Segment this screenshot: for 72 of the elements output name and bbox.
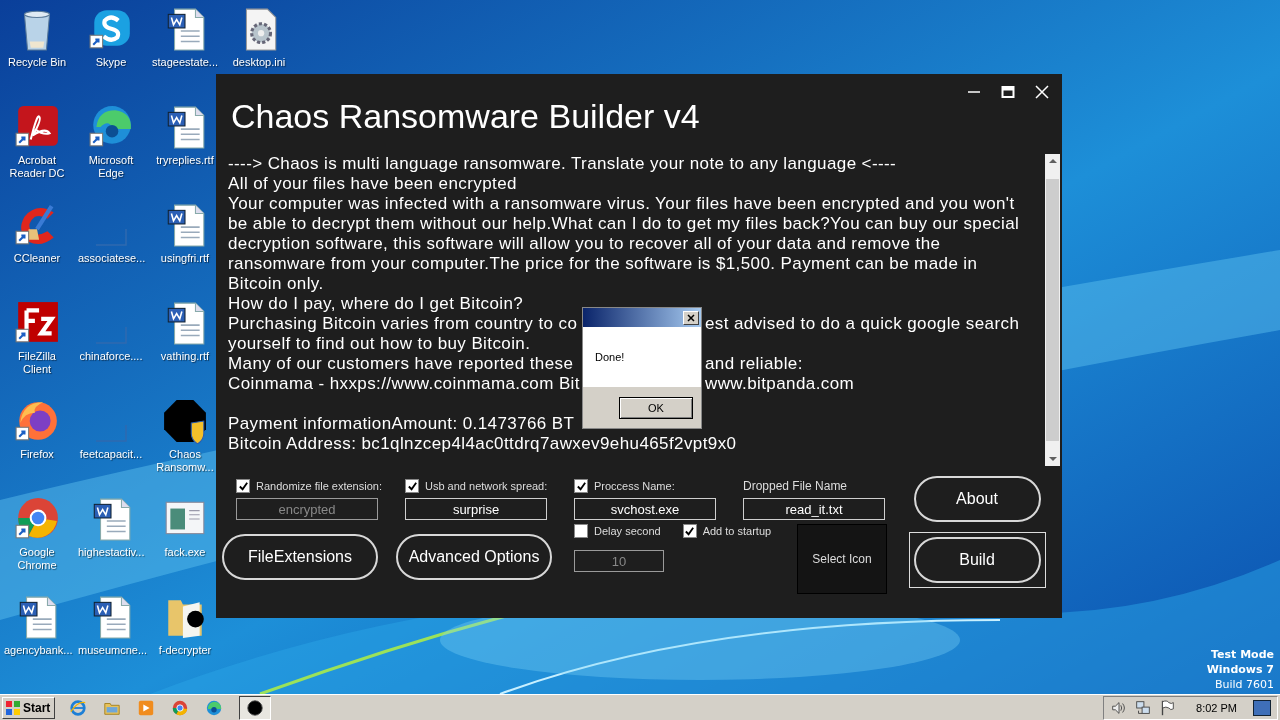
watermark-text: Build 7601 — [1214, 677, 1274, 692]
icon-label[interactable]: FileZilla Client — [4, 350, 70, 376]
text-field[interactable]: surprise — [405, 498, 547, 520]
checkbox-label: Proccess Name: — [594, 480, 675, 492]
icon-label[interactable]: feetcapacit... — [79, 448, 143, 461]
browser-icon[interactable] — [171, 698, 190, 717]
scrollbar[interactable] — [1045, 154, 1060, 466]
swirl-icon[interactable] — [205, 698, 224, 717]
icon-label[interactable]: Microsoft Edge — [78, 154, 144, 180]
icon-label[interactable]: Skype — [95, 56, 127, 69]
dialog-message: Done! — [595, 351, 625, 363]
arrow-down-icon[interactable] — [1048, 457, 1057, 461]
checkbox-label: Randomize file extension: — [256, 480, 382, 492]
note-text: All of your files have been encrypted — [228, 174, 517, 194]
checkbox-label: Delay second — [594, 525, 661, 537]
task-button[interactable] — [239, 695, 272, 720]
circle-app-icon[interactable] — [246, 698, 265, 717]
note-text: Coinmama - hxxps://www.coinmama.com Bit — [228, 374, 580, 394]
icon-label[interactable]: usingfri.rtf — [160, 252, 210, 265]
icon-label[interactable]: chinaforce.... — [79, 350, 143, 363]
note-text: est advised to do a quick google search — [705, 314, 1020, 334]
arrow-up-icon[interactable] — [1048, 159, 1057, 163]
checkbox-label: Add to startup — [702, 525, 772, 537]
icon-label[interactable]: tryreplies.rtf — [156, 154, 214, 167]
icon-label[interactable]: vathing.rtf — [160, 350, 210, 363]
note-text: Purchasing Bitcoin varies from country to co — [228, 314, 578, 334]
network-icon[interactable] — [1134, 698, 1153, 717]
start-button[interactable]: Start — [2, 696, 56, 719]
icon-label[interactable]: Chaos Ransomw... — [152, 448, 218, 474]
option-button[interactable]: FileExtensions — [222, 534, 378, 580]
checkbox[interactable] — [574, 479, 588, 493]
window-title: Chaos Ransomware Builder v4 — [231, 96, 700, 136]
note-text: www.bitpanda.com — [705, 374, 855, 394]
checkbox-label: Usb and network spread: — [425, 480, 548, 492]
note-text: ----> Chaos is multi language ransomware. Translate your note to any language <---- — [228, 154, 897, 174]
icon-label[interactable]: associatese... — [78, 252, 144, 265]
checkbox[interactable] — [405, 479, 419, 493]
text-field[interactable]: svchost.exe — [574, 498, 716, 520]
option-button[interactable]: Advanced Options — [396, 534, 552, 580]
icon-label[interactable]: Acrobat Reader DC — [4, 154, 70, 180]
icon-label[interactable]: agencybank... — [4, 644, 70, 657]
note-text: Bitcoin Address: bc1qlnzcep4l4ac0ttdrq7awxev9ehu465f2vpt9x0 — [228, 434, 737, 454]
close-icon[interactable] — [1034, 84, 1050, 100]
text-field[interactable]: read_it.txt — [743, 498, 885, 520]
icon-label[interactable]: Firefox — [20, 448, 54, 461]
note-paragraph: Your computer was infected with a ransomware virus. Your files have been encrypted and you won't be able to decrypt them without our help.What can I do to get my files back?You can buy our special decryption software, this software will allow you to recover all of your data and remove the ransomware from your computer.The price for the software is $1,500. Payment can be made in Bitcoin only. — [228, 194, 1021, 294]
icon-label[interactable]: museumcne... — [78, 644, 144, 657]
icon-label[interactable]: f-decrypter — [158, 644, 212, 657]
field-label: Dropped File Name — [743, 479, 848, 493]
note-text: Many of our customers have reported these — [228, 354, 574, 374]
note-text: How do I pay, where do I get Bitcoin? — [228, 294, 524, 314]
checkbox[interactable] — [682, 524, 697, 538]
flag-logo-icon — [5, 699, 21, 716]
icon-label[interactable]: desktop.ini — [232, 56, 286, 69]
maximize-icon[interactable] — [1000, 84, 1016, 100]
show-desktop-button[interactable] — [1253, 699, 1271, 716]
about-button[interactable]: About — [913, 476, 1041, 522]
icon-label[interactable]: Recycle Bin — [7, 56, 67, 69]
ok-button[interactable]: OK — [619, 396, 693, 419]
close-button[interactable] — [683, 310, 699, 325]
icon-label[interactable]: CCleaner — [13, 252, 61, 265]
build-button[interactable]: Build — [913, 537, 1041, 583]
note-text: and reliable: — [705, 354, 803, 374]
icon-label[interactable]: stageestate... — [152, 56, 218, 69]
globe-e-icon[interactable] — [69, 698, 88, 717]
select-icon-box[interactable]: Select Icon — [797, 524, 887, 594]
watermark-text: Test Mode — [1211, 647, 1274, 662]
clock[interactable]: 8:02 PM — [1196, 701, 1237, 714]
watermark-text: Windows 7 — [1206, 662, 1274, 677]
note-text: yourself to find out how to buy Bitcoin. — [228, 334, 531, 354]
note-text: Payment informationAmount: 0.1473766 BT — [228, 414, 575, 434]
close-icon — [687, 313, 695, 322]
